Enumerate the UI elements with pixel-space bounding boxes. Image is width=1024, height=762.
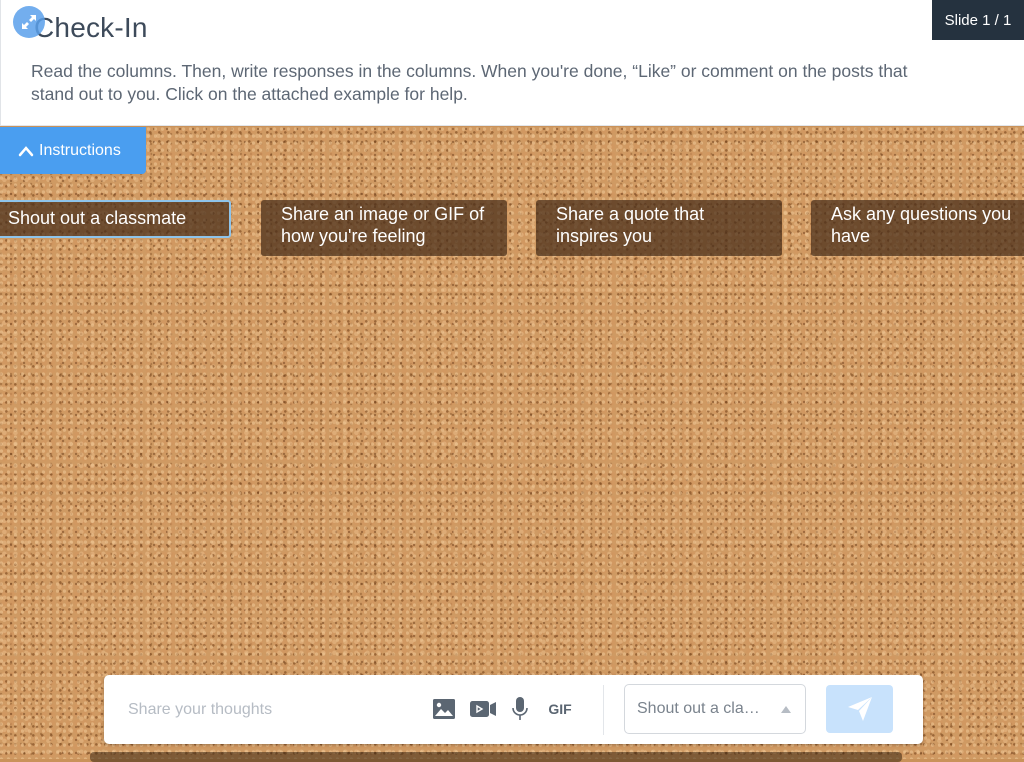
video-icon[interactable] bbox=[470, 697, 496, 721]
compose-bar: GIF Shout out a cla… bbox=[104, 675, 923, 744]
compose-divider bbox=[603, 685, 604, 735]
instructions-toggle-button[interactable]: Instructions bbox=[0, 127, 146, 174]
share-thoughts-input[interactable] bbox=[126, 695, 420, 725]
chevron-up-icon bbox=[18, 145, 34, 156]
instructions-toggle-label: Instructions bbox=[39, 141, 121, 159]
column-header-quote[interactable]: Share a quote that inspires you bbox=[536, 200, 782, 256]
expand-arrows-icon[interactable] bbox=[13, 6, 45, 38]
send-button[interactable] bbox=[826, 685, 893, 733]
microphone-icon[interactable] bbox=[510, 697, 530, 721]
column-header-shout-out[interactable]: Shout out a classmate bbox=[0, 200, 231, 238]
instructions-text: Read the columns. Then, write responses … bbox=[31, 61, 908, 104]
image-icon[interactable] bbox=[432, 697, 456, 721]
column-select-dropdown[interactable]: Shout out a cla… bbox=[624, 684, 806, 734]
slide-indicator: Slide 1 / 1 bbox=[932, 0, 1024, 40]
column-select-value: Shout out a cla… bbox=[637, 700, 760, 717]
page-title: Check-In bbox=[34, 12, 148, 43]
column-header-image-gif[interactable]: Share an image or GIF of how you're feel… bbox=[261, 200, 507, 256]
caret-up-icon bbox=[781, 706, 791, 713]
paper-plane-icon bbox=[847, 697, 872, 721]
gif-button[interactable]: GIF bbox=[545, 697, 575, 721]
compose-bar-shadow bbox=[90, 752, 902, 762]
column-header-questions[interactable]: Ask any questions you have bbox=[811, 200, 1024, 256]
slide-header: Check-In Read the columns. Then, write r… bbox=[0, 0, 1024, 126]
